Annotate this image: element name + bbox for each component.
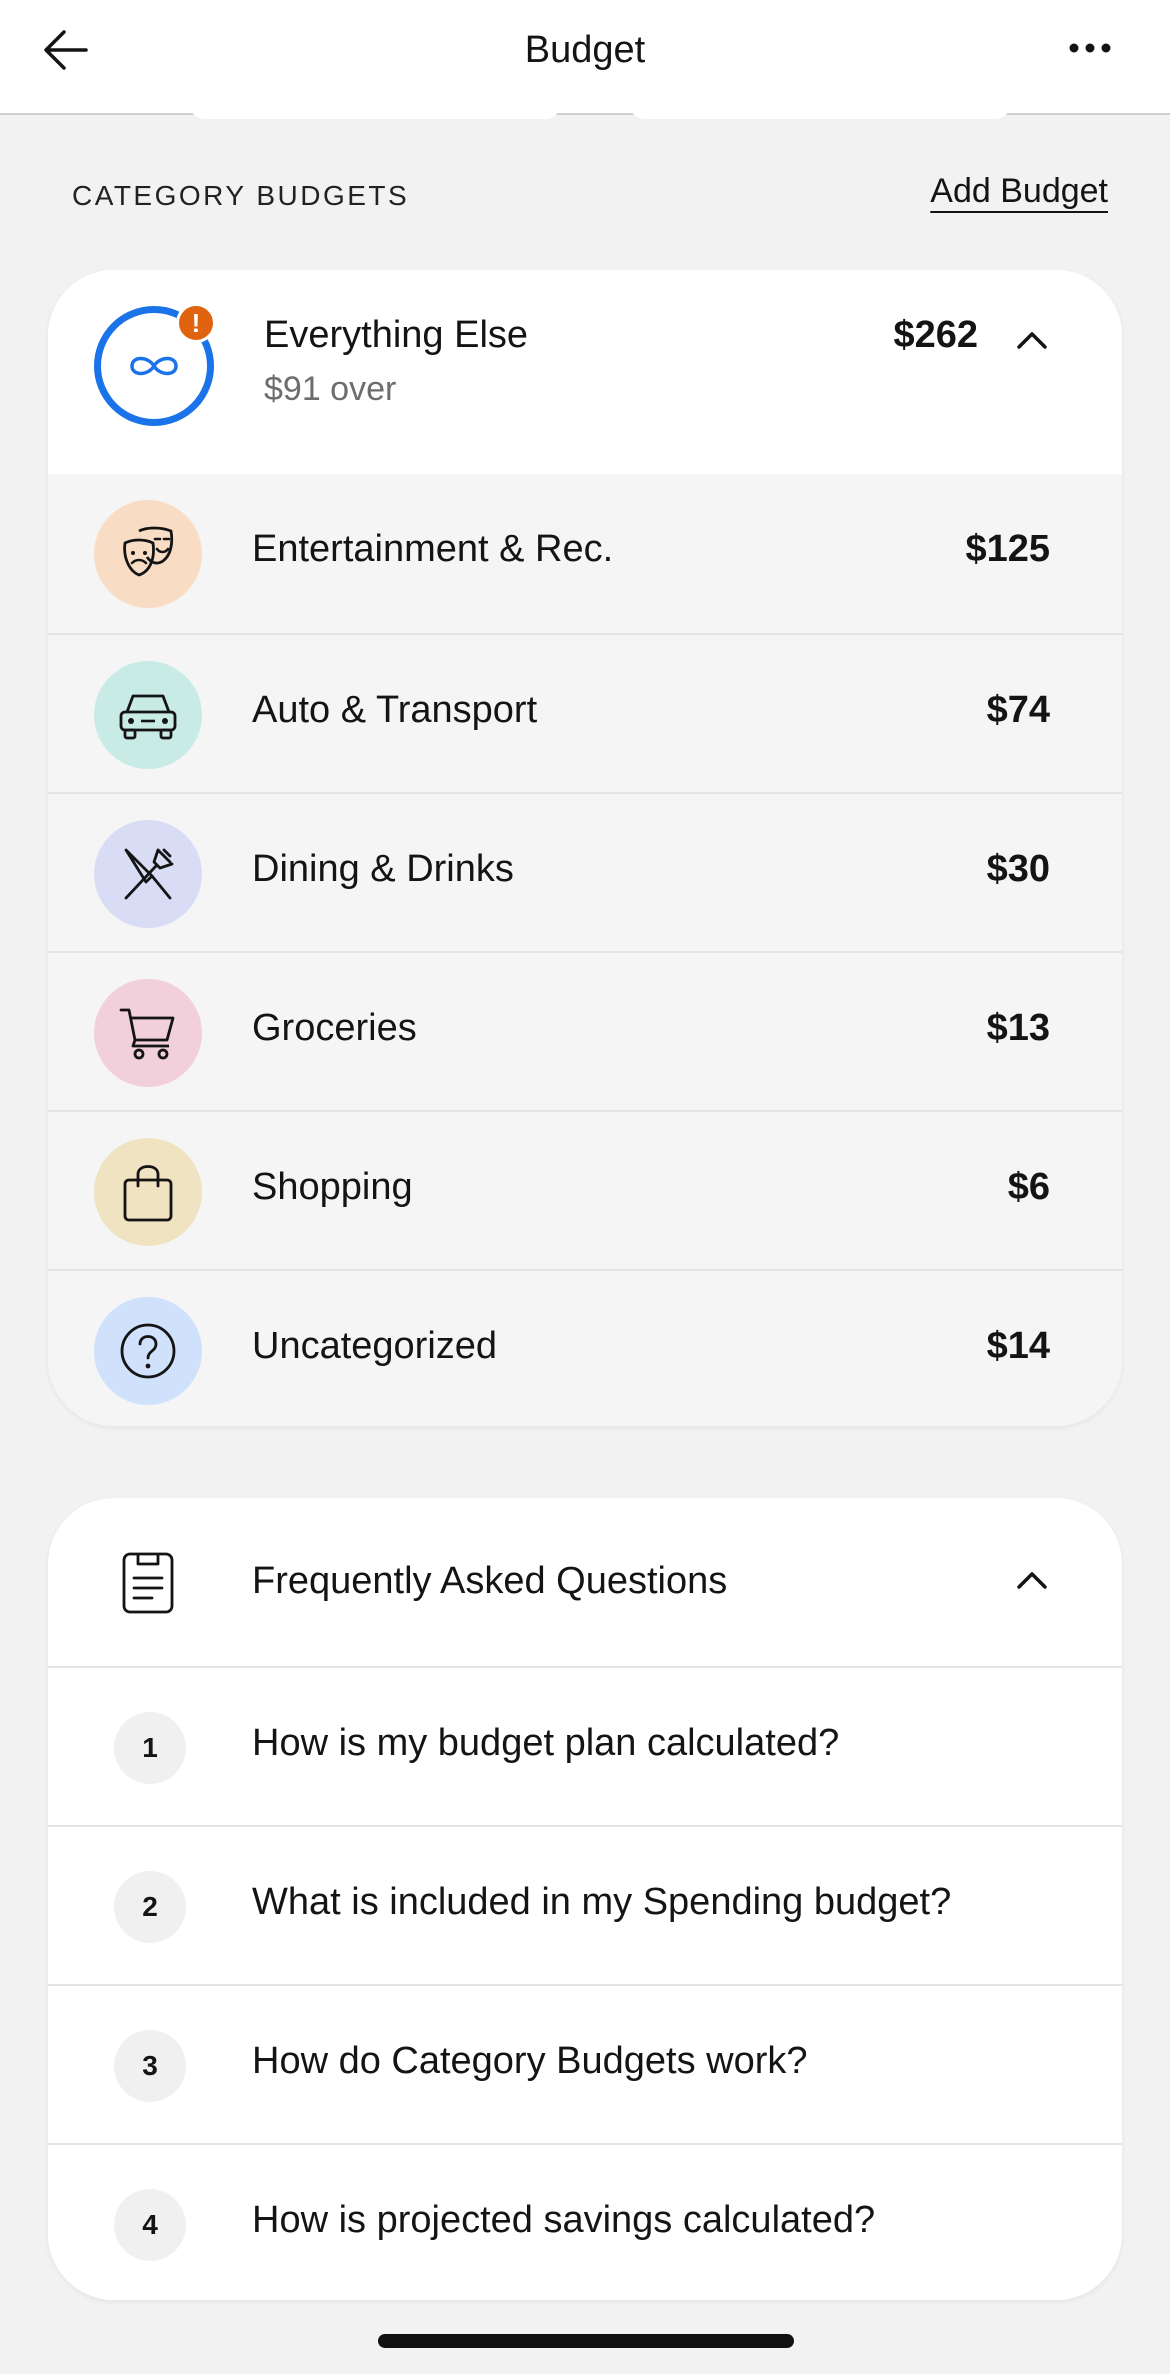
- category-label: Dining & Drinks: [252, 848, 514, 890]
- clipboard-icon: [122, 1552, 174, 1614]
- category-icon-wrap: [94, 500, 202, 608]
- category-amount: $14: [986, 1325, 1050, 1367]
- scrolled-card-edge: [630, 105, 1010, 119]
- shopping-bag-icon: [123, 1165, 173, 1222]
- faq-number: 4: [114, 2189, 186, 2261]
- faq-question: What is included in my Spending budget?: [252, 1881, 952, 1923]
- budget-amount: $262: [893, 314, 978, 356]
- category-icon-wrap: [94, 979, 202, 1087]
- theater-masks-icon: [123, 526, 174, 577]
- faq-question: How do Category Budgets work?: [252, 2040, 808, 2082]
- category-amount: $13: [986, 1007, 1050, 1049]
- more-options-button[interactable]: [1060, 28, 1120, 68]
- category-list: Entertainment & Rec. $125 Auto & Transpo…: [48, 474, 1122, 1426]
- page-title: Budget: [524, 29, 646, 71]
- chevron-up-icon: [1017, 332, 1047, 349]
- collapse-button[interactable]: [1012, 320, 1052, 360]
- budget-status: $91 over: [264, 370, 397, 408]
- section-title: CATEGORY BUDGETS: [72, 180, 410, 211]
- budget-name: Everything Else: [264, 314, 529, 356]
- faq-number: 1: [114, 1712, 186, 1784]
- faq-header-row[interactable]: Frequently Asked Questions: [48, 1498, 1122, 1666]
- faq-item[interactable]: 4 How is projected savings calculated?: [48, 2143, 1122, 2300]
- faq-card: Frequently Asked Questions 1 How is my b…: [48, 1498, 1122, 2300]
- category-label: Uncategorized: [252, 1325, 498, 1367]
- faq-question: How is my budget plan calculated?: [252, 1722, 840, 1764]
- category-row[interactable]: Uncategorized $14: [48, 1269, 1122, 1426]
- category-amount: $30: [986, 848, 1050, 890]
- category-icon-wrap: [94, 661, 202, 769]
- category-label: Groceries: [252, 1007, 417, 1049]
- budget-summary-row[interactable]: ! Everything Else $91 over $262: [48, 270, 1122, 474]
- category-row[interactable]: Groceries $13: [48, 951, 1122, 1110]
- category-amount: $74: [986, 689, 1050, 731]
- faq-question: How is projected savings calculated?: [252, 2199, 876, 2241]
- app-header: Budget: [0, 0, 1170, 115]
- category-label: Shopping: [252, 1166, 413, 1208]
- category-budget-card: ! Everything Else $91 over $262 Entertai…: [48, 270, 1122, 1426]
- category-row[interactable]: Auto & Transport $74: [48, 633, 1122, 792]
- scrolled-card-edge: [190, 105, 560, 119]
- home-indicator[interactable]: [378, 2334, 794, 2348]
- category-row[interactable]: Entertainment & Rec. $125: [48, 474, 1122, 633]
- category-icon-wrap: [94, 1297, 202, 1405]
- faq-title: Frequently Asked Questions: [252, 1560, 728, 1602]
- faq-number: 2: [114, 1871, 186, 1943]
- infinity-icon: [130, 356, 178, 376]
- chevron-up-icon: [1017, 1572, 1047, 1589]
- category-amount: $125: [965, 528, 1050, 570]
- category-amount: $6: [1007, 1166, 1050, 1208]
- alert-badge: !: [176, 303, 216, 343]
- fork-knife-icon: [124, 848, 174, 900]
- category-icon-wrap: [94, 1138, 202, 1246]
- add-budget-link[interactable]: Add Budget: [930, 172, 1108, 211]
- category-icon-wrap: [94, 820, 202, 928]
- ellipsis-icon: [1069, 43, 1111, 53]
- faq-item[interactable]: 3 How do Category Budgets work?: [48, 1984, 1122, 2143]
- category-label: Entertainment & Rec.: [252, 528, 614, 570]
- question-circle-icon: [120, 1323, 176, 1379]
- faq-number: 3: [114, 2030, 186, 2102]
- faq-item[interactable]: 1 How is my budget plan calculated?: [48, 1666, 1122, 1825]
- faq-item[interactable]: 2 What is included in my Spending budget…: [48, 1825, 1122, 1984]
- collapse-button[interactable]: [1012, 1560, 1052, 1600]
- category-label: Auto & Transport: [252, 689, 538, 731]
- category-row[interactable]: Shopping $6: [48, 1110, 1122, 1269]
- car-icon: [119, 694, 177, 740]
- shopping-cart-icon: [119, 1008, 175, 1060]
- category-row[interactable]: Dining & Drinks $30: [48, 792, 1122, 951]
